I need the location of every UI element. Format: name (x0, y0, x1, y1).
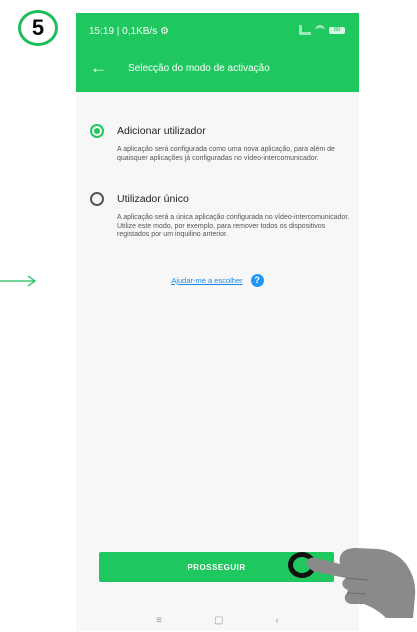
status-time: 15:19 | 0,1KB/s ⚙ (89, 26, 169, 37)
option-single-user-description: A aplicação será a única aplicação confi… (117, 214, 350, 239)
radio-add-user[interactable] (90, 124, 104, 138)
help-question-icon[interactable]: ? (250, 274, 264, 287)
help-row: Ajudar-me a escolher ? (76, 274, 359, 287)
page-title: Selecção do modo de activação (128, 63, 270, 74)
menu-icon[interactable]: ≡ (156, 615, 162, 631)
option-single-user-label: Utilizador único (117, 193, 189, 205)
pointer-arrow-icon (0, 275, 37, 287)
option-add-user-label: Adicionar utilizador (117, 125, 206, 137)
status-bar: 15:19 | 0,1KB/s ⚙ 88 (76, 13, 359, 48)
option-add-user-description: A aplicação será configurada como uma no… (117, 146, 335, 162)
home-icon[interactable]: ▢ (214, 615, 223, 631)
battery-icon: 88 (329, 26, 345, 34)
phone-screen: 15:19 | 0,1KB/s ⚙ 88 ← Selecção do modo … (76, 13, 359, 631)
signal-icon (299, 25, 311, 35)
back-arrow-icon[interactable]: ← (90, 58, 107, 78)
status-icons: 88 (299, 25, 345, 35)
app-bar: ← Selecção do modo de activação (76, 48, 359, 92)
pointing-hand-icon (306, 548, 416, 618)
radio-single-user[interactable] (90, 192, 104, 206)
wifi-icon (315, 25, 325, 35)
help-choose-link[interactable]: Ajudar-me a escolher (171, 276, 242, 285)
step-number-badge: 5 (18, 10, 58, 46)
nav-back-icon[interactable]: ‹ (275, 615, 278, 631)
